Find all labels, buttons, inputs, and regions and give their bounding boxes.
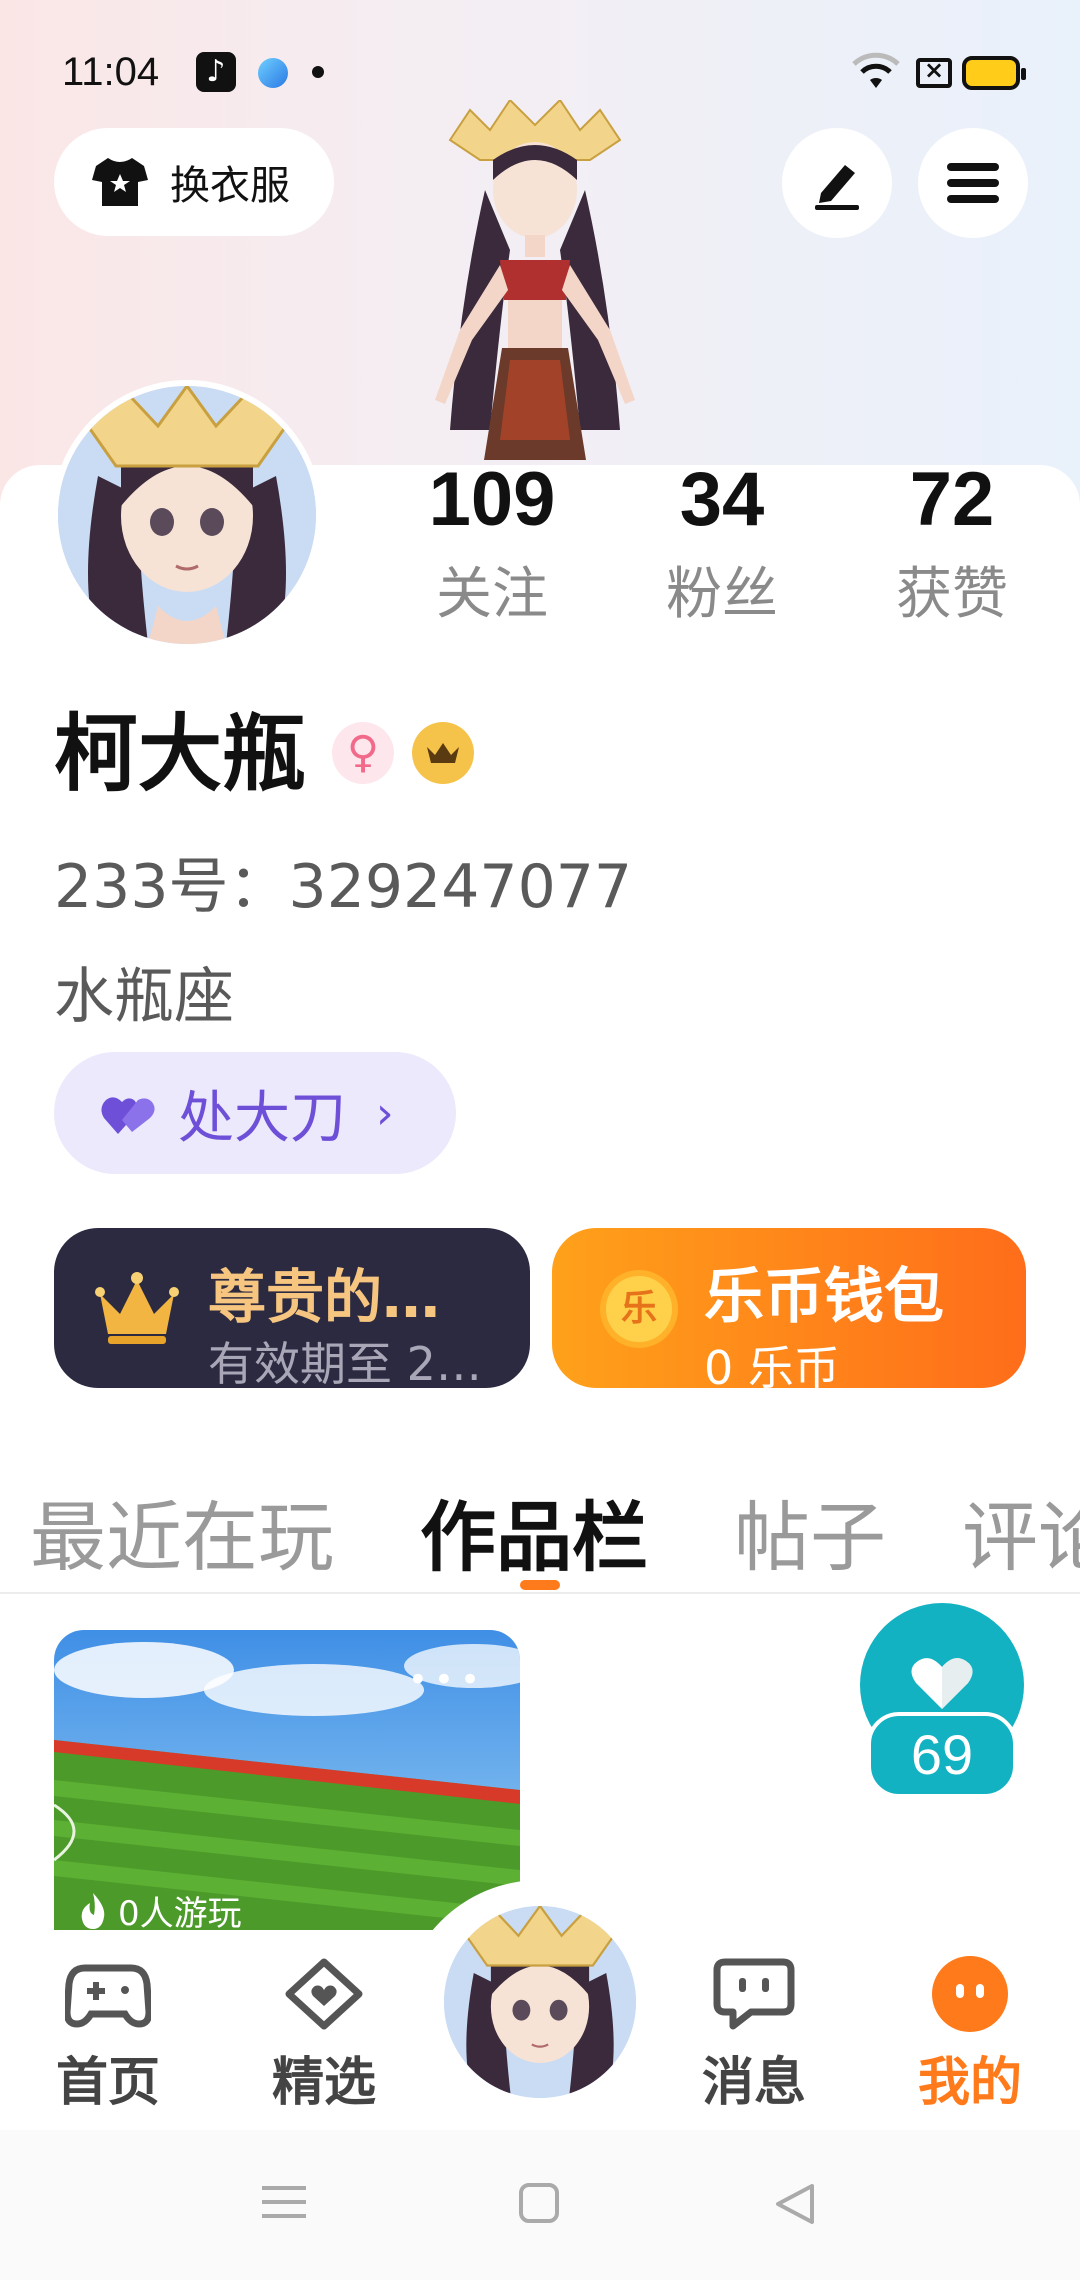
stat-likes[interactable]: 72 获赞 (852, 455, 1052, 630)
double-heart-icon (101, 1097, 155, 1134)
active-tab-indicator (520, 1580, 560, 1590)
user-id: 233号：329247077 (54, 852, 633, 922)
nav-messages[interactable]: 消息 (684, 1954, 824, 2115)
nav-home-label: 首页 (55, 2053, 160, 2113)
following-count: 109 (428, 457, 556, 542)
game-play-count: 0人游玩 (76, 1886, 242, 1930)
stat-following[interactable]: 109 关注 (392, 455, 592, 630)
gold-crown-icon (95, 1272, 179, 1344)
vip-expiry: 有效期至 2… (208, 1337, 482, 1391)
system-navigation-bar (0, 2130, 1080, 2280)
tiktok-notification-icon (196, 52, 236, 92)
female-gender-icon: ♀ (332, 722, 394, 784)
tab-works[interactable]: 作品栏 (420, 1476, 648, 1586)
avatar-character-image (435, 100, 635, 460)
hamburger-menu-icon (947, 163, 999, 203)
back-triangle-icon[interactable] (774, 2182, 816, 2226)
nav-avatar-image (444, 1906, 636, 2098)
gamepad-icon (65, 1964, 151, 2028)
more-notifications-dot-icon (312, 66, 324, 78)
message-icon (713, 1958, 795, 2030)
play-count-label: 0人游玩 (118, 1894, 242, 1930)
nav-featured[interactable]: 精选 (254, 1954, 394, 2115)
tag-label: 处大刀 (178, 1085, 346, 1151)
more-options-icon[interactable]: ••• (408, 1660, 486, 1700)
change-outfit-label: 换衣服 (170, 163, 290, 209)
tab-comments[interactable]: 评论 (962, 1476, 1080, 1586)
fans-count: 34 (679, 457, 765, 542)
no-sim-icon (916, 56, 952, 88)
fans-label: 粉丝 (666, 562, 778, 627)
change-outfit-button[interactable]: 换衣服 (54, 128, 334, 236)
coin-icon: 乐 (600, 1270, 678, 1348)
chevron-right-icon: › (376, 1087, 394, 1139)
profile-tabs: 最近在玩 作品栏 帖子 评论 (0, 1470, 1080, 1594)
nav-center-avatar[interactable] (444, 1906, 636, 2098)
crown-icon (427, 743, 459, 763)
wifi-icon (852, 52, 900, 88)
coin-wallet-card[interactable]: 乐 乐币钱包 0 乐币 (552, 1228, 1026, 1395)
likes-count: 72 (909, 457, 995, 542)
user-avatar[interactable] (52, 380, 322, 650)
stat-fans[interactable]: 34 粉丝 (622, 455, 822, 630)
nav-home[interactable]: 首页 (38, 1954, 178, 2115)
nav-mine-label: 我的 (917, 2053, 1022, 2113)
avatar-portrait-image (58, 386, 316, 644)
home-square-icon[interactable] (518, 2182, 560, 2224)
likes-label: 获赞 (896, 562, 1008, 627)
user-tag-chip[interactable]: 处大刀 › (54, 1052, 456, 1174)
wallet-balance: 0 乐币 (704, 1341, 840, 1395)
mine-face-icon (932, 1956, 1008, 2032)
game-work-card[interactable]: ••• 0人游玩 (54, 1630, 520, 1930)
tab-recently-played[interactable]: 最近在玩 (30, 1476, 334, 1586)
vip-crown-badge-icon[interactable] (412, 722, 474, 784)
heart-icon (911, 1658, 973, 1709)
pencil-icon (815, 165, 859, 210)
battery-icon (962, 56, 1026, 90)
recent-apps-icon[interactable] (262, 2182, 306, 2222)
menu-button[interactable] (918, 128, 1028, 238)
vip-membership-card[interactable]: 尊贵的… 有效期至 2… (54, 1228, 530, 1391)
edit-profile-button[interactable] (782, 128, 892, 238)
nav-featured-label: 精选 (271, 2053, 376, 2113)
username: 柯大瓶 (54, 705, 307, 803)
like-count: 69 (867, 1712, 1017, 1798)
wallet-title: 乐币钱包 (704, 1262, 944, 1332)
flame-icon (81, 1892, 105, 1929)
tab-posts[interactable]: 帖子 (734, 1476, 886, 1586)
nav-messages-label: 消息 (701, 2053, 806, 2113)
nav-mine[interactable]: 我的 (900, 1954, 1040, 2115)
vip-title: 尊贵的… (208, 1263, 441, 1331)
status-time: 11:04 (62, 50, 160, 94)
user-signature: 水瓶座 (54, 962, 234, 1032)
app-notification-icon (258, 58, 288, 88)
following-label: 关注 (436, 562, 548, 627)
heart-chat-icon (285, 1958, 363, 2030)
tshirt-icon (92, 158, 148, 206)
